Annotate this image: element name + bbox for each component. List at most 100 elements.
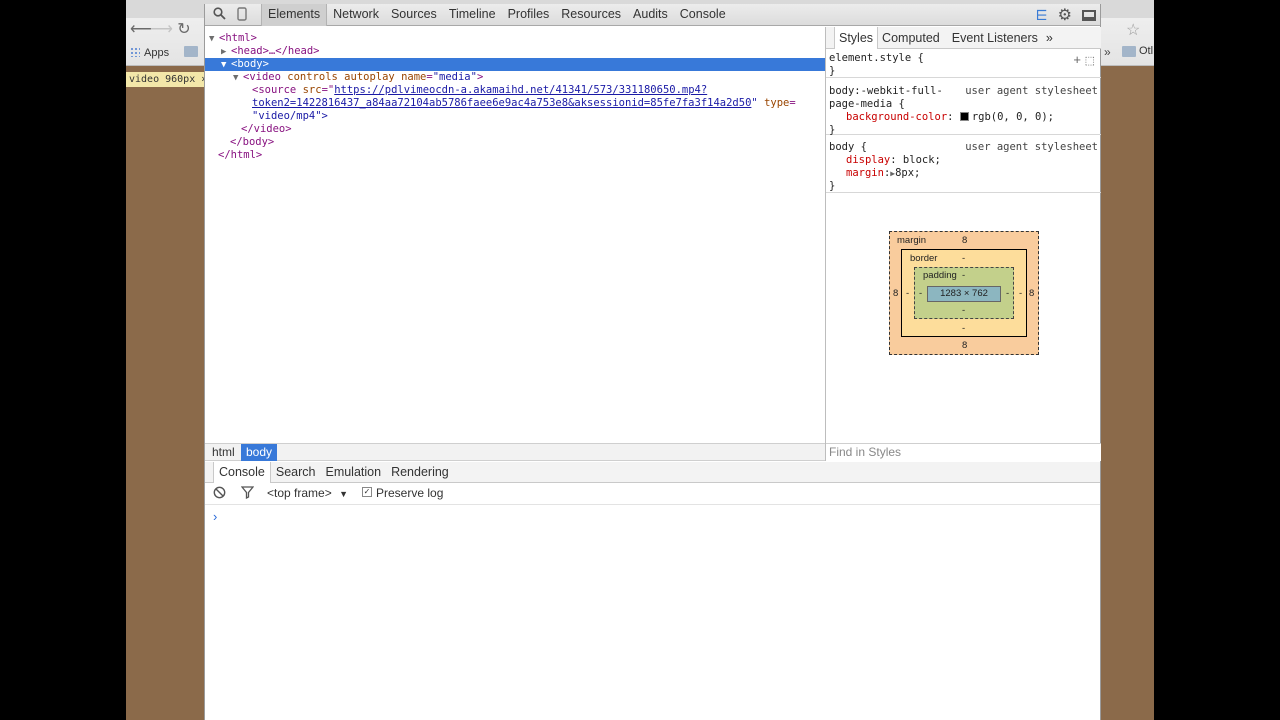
inspect-search-icon[interactable] [211,7,227,23]
clear-console-icon[interactable] [213,486,226,502]
console-prompt-icon[interactable]: › [213,509,217,524]
tab-event-listeners[interactable]: Event Listeners [948,27,1042,49]
dom-body-open-selected[interactable]: ▼ <body> [205,58,825,71]
margin-left-value[interactable]: 8 [893,288,898,299]
bookmarks-overflow-icon[interactable]: » [1104,45,1111,59]
dom-source-tag: <source [252,84,297,96]
rule3-prop1-value: block; [902,154,941,166]
star-icon[interactable]: ☆ [1126,20,1140,40]
frame-select[interactable]: <top frame> ▼ [267,486,348,500]
rule1-selector: element.style { [829,52,924,64]
attr-name: name [401,71,427,83]
element-size-overlay: video 960px × [126,72,211,87]
bookmark-apps[interactable]: Apps [130,45,169,61]
breadcrumb-html[interactable]: html [207,444,240,461]
padding-top-value[interactable]: - [962,270,965,281]
source-url-link[interactable]: https://pdlvimeocdn-a.akamaihd.net/41341… [334,84,707,96]
dom-html-close-text: </html> [218,149,263,161]
dom-html-close[interactable]: </html> [218,149,262,162]
attr-type: type [764,97,790,109]
dom-source-line1[interactable]: <source src="https://pdlvimeocdn-a.akama… [252,84,707,97]
border-bottom-value[interactable]: - [962,323,965,334]
drawer-tab-rendering[interactable]: Rendering [386,462,454,483]
sidebar-tabs: Styles Computed Event Listeners » [826,27,1101,49]
find-in-styles-input[interactable]: Find in Styles [826,443,1101,461]
border-top-value[interactable]: - [962,253,965,264]
rule-full-page-media[interactable]: user agent stylesheet body:-webkit-full-… [826,83,1101,136]
dom-head[interactable]: ▶ <head>…</head> [221,45,320,58]
drawer-tabs: Console Search Emulation Rendering [205,462,1100,483]
attr-name-value: "media" [432,71,477,83]
folder-icon[interactable] [184,46,198,57]
settings-gear-icon[interactable]: ⚙ [1058,5,1072,25]
other-bookmarks-folder-icon[interactable] [1122,46,1136,57]
dock-side-icon[interactable] [1082,9,1096,21]
expanded-triangle-icon[interactable]: ▼ [221,59,231,72]
drawer-tab-console[interactable]: Console [213,462,271,483]
tab-computed[interactable]: Computed [878,27,944,49]
margin-top-value[interactable]: 8 [962,235,967,246]
breadcrumb: html body [205,443,825,461]
dom-video-open[interactable]: ▼ <video controls autoplay name="media"> [233,71,483,84]
dom-source-line2[interactable]: token2=1422816437_a84aa72104ab5786faee6e… [252,97,796,110]
styles-sidebar: Styles Computed Event Listeners » + ⬚ el… [825,27,1101,461]
padding-label: padding [923,270,957,281]
dom-body-close[interactable]: </body> [230,136,274,149]
devtools-toolbar: Elements Network Sources Timeline Profil… [205,4,1100,26]
reload-icon[interactable]: ↻ [174,20,194,40]
preserve-log-checkbox[interactable]: ✓ [362,487,372,497]
box-model-content[interactable]: 1283 × 762 [927,286,1001,302]
rule3-close: } [829,180,836,192]
dom-source-line3[interactable]: "video/mp4"> [252,110,328,123]
apps-grid-icon [130,47,140,57]
breadcrumb-body[interactable]: body [241,444,278,461]
color-swatch-icon[interactable] [959,112,969,121]
other-bookmarks-label[interactable]: Otl [1139,45,1153,57]
rule3-property-margin[interactable]: margin:▶8px; [829,167,1101,180]
tab-resources[interactable]: Resources [555,4,627,26]
padding-right-value[interactable]: - [1006,288,1009,299]
device-mode-icon[interactable] [234,7,250,23]
margin-bottom-value[interactable]: 8 [962,340,967,351]
show-drawer-icon[interactable]: ⋿ [1035,7,1047,24]
tab-timeline[interactable]: Timeline [443,4,502,26]
sidebar-overflow-icon[interactable]: » [1042,27,1057,49]
tab-sources[interactable]: Sources [385,4,443,26]
border-left-value[interactable]: - [906,288,909,299]
dom-video-close-bracket: > [476,71,484,83]
tab-network[interactable]: Network [327,4,385,26]
tab-elements[interactable]: Elements [261,4,328,26]
drawer-tab-search[interactable]: Search [271,462,321,483]
tab-profiles[interactable]: Profiles [502,4,556,26]
rule2-prop-value: rgb(0, 0, 0); [971,111,1054,123]
tab-audits[interactable]: Audits [627,4,674,26]
padding-left-value[interactable]: - [919,288,922,299]
attr-type-value: "video/mp4"> [252,110,328,122]
border-right-value[interactable]: - [1019,288,1022,299]
rule1-close: } [829,65,836,77]
expanded-triangle-icon[interactable]: ▼ [209,33,219,46]
rule2-origin: user agent stylesheet [965,85,1098,97]
margin-right-value[interactable]: 8 [1029,288,1034,299]
rule2-property[interactable]: background-color: rgb(0, 0, 0); [829,111,1101,124]
tab-styles[interactable]: Styles [834,27,879,49]
dom-html-open[interactable]: ▼ <html> [209,32,257,45]
expanded-triangle-icon[interactable]: ▼ [233,72,243,85]
rule2-prop-name: background-color [846,111,948,123]
tab-console[interactable]: Console [674,4,732,26]
rule3-property-display[interactable]: display: block; [829,154,1101,167]
drawer-tab-emulation[interactable]: Emulation [320,462,386,483]
rule-body[interactable]: user agent stylesheet body { display: bl… [826,139,1101,193]
filter-icon[interactable] [240,486,255,502]
back-arrow-icon[interactable]: ⟵ [130,20,153,40]
elements-dom-tree: ▼ <html> ▶ <head>…</head> ▼ <body> ▼ <video … [205,27,825,443]
padding-bottom-value[interactable]: - [962,305,965,316]
source-url-link-cont[interactable]: token2=1422816437_a84aa72104ab5786faee6e… [252,97,751,109]
console-toolbar: <top frame> ▼ ✓ Preserve log [205,483,1100,505]
rule-element-style[interactable]: element.style { } [826,52,1101,78]
forward-arrow-icon[interactable]: ⟶ [150,20,173,40]
dom-html-open-text: <html> [219,32,257,44]
dom-video-close[interactable]: </video> [241,123,292,136]
rule2-selector-b: page-media { [829,98,905,110]
bookmark-apps-label: Apps [144,47,170,59]
